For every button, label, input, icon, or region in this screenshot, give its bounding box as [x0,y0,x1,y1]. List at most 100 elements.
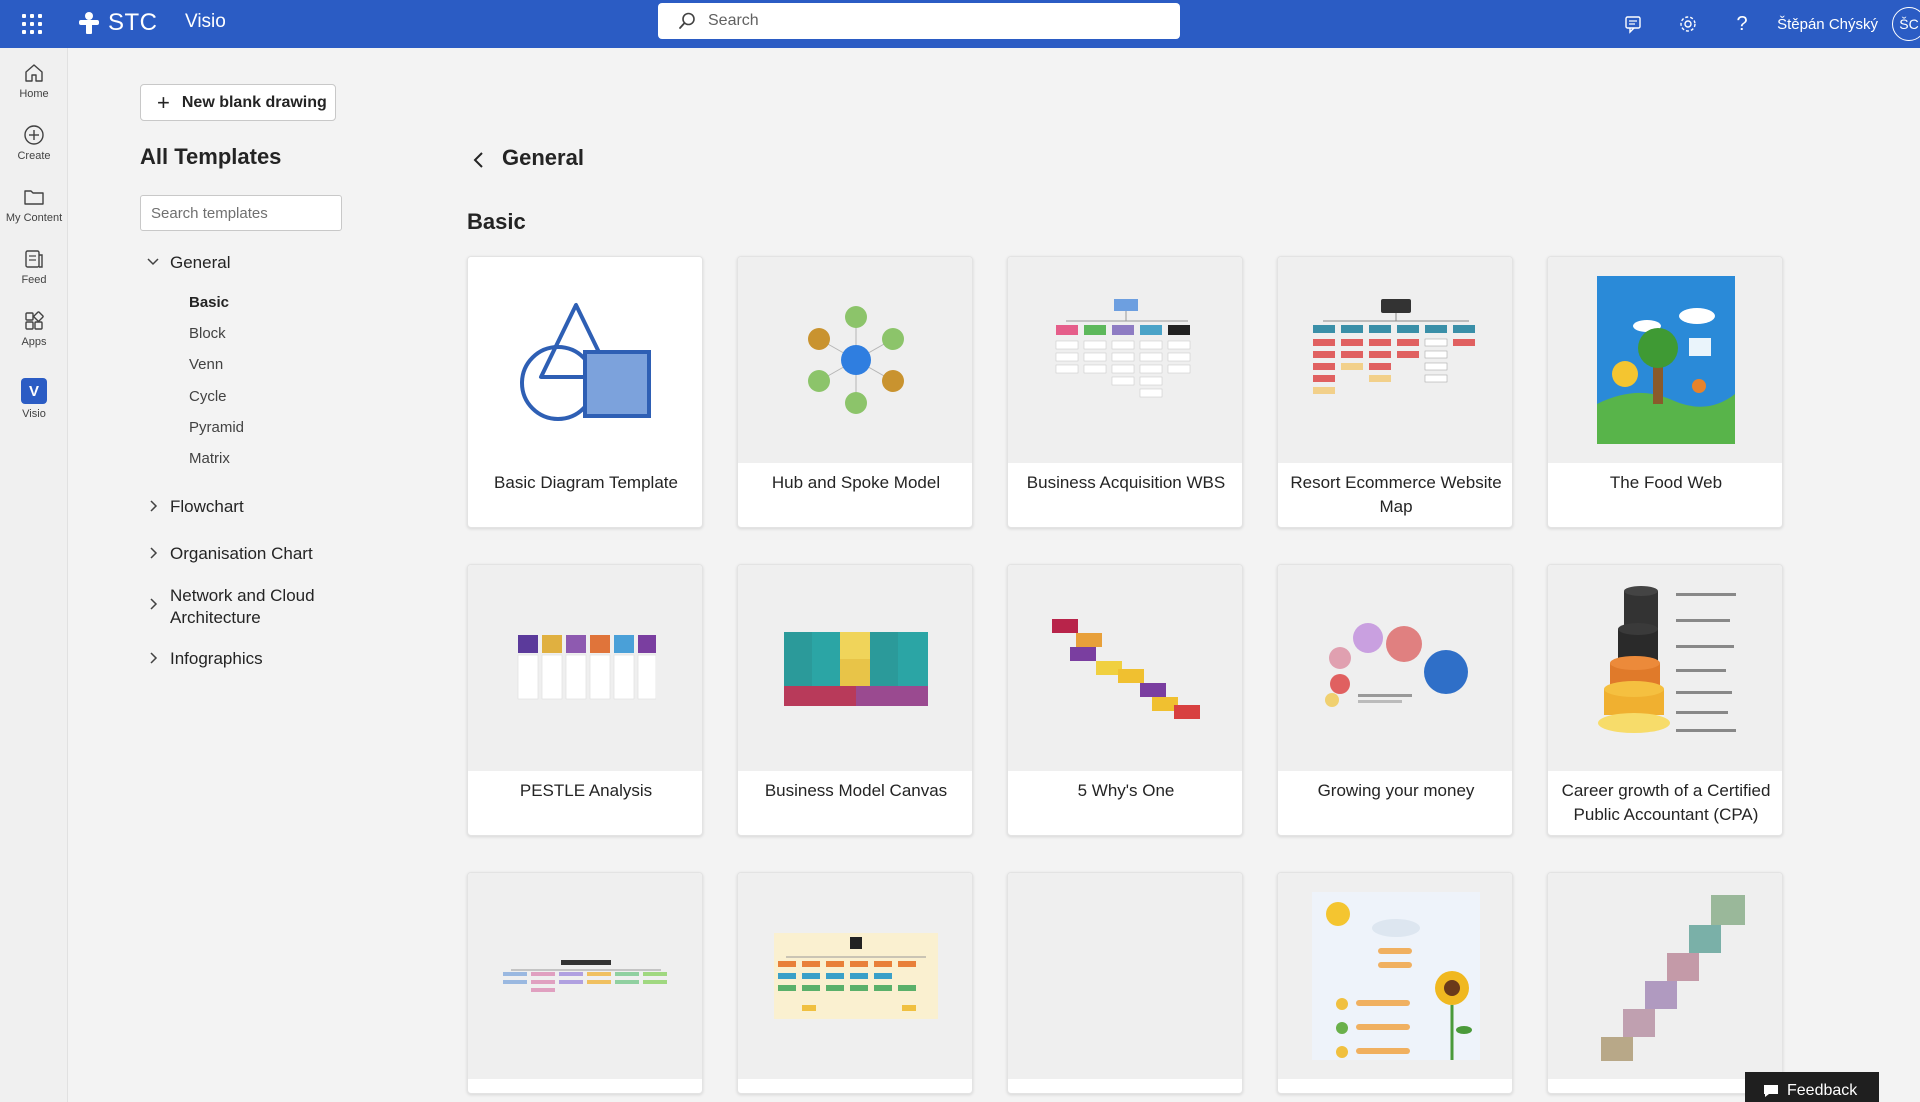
template-title: The Food Web [1609,473,1723,492]
avatar[interactable]: ŠC [1892,7,1920,41]
template-title: Hub and Spoke Model [771,473,941,492]
template-card[interactable]: 5 Why's One [1007,564,1243,836]
template-card[interactable]: The Food Web [1547,256,1783,528]
rail-item-visio[interactable]: V Visio [0,370,68,428]
category-infographics[interactable]: Infographics [140,648,350,670]
global-search-box[interactable]: Search [658,3,1180,39]
global-search-placeholder: Search [708,12,759,29]
question-icon: ? [1736,12,1748,35]
folder-icon [24,190,44,205]
subcategory-matrix[interactable]: Matrix [189,450,230,467]
template-card[interactable]: Resort Ecommerce Website Map [1277,256,1513,528]
template-thumbnail [738,257,972,463]
template-thumbnail [468,257,702,463]
category-flowchart[interactable]: Flowchart [140,496,350,518]
category-organisation-chart[interactable]: Organisation Chart [140,543,350,565]
template-title: Business Acquisition WBS [1026,473,1226,492]
template-title: PESTLE Analysis [519,781,653,800]
template-card[interactable]: Career growth of a Certified Public Acco… [1547,564,1783,836]
rail-item-home[interactable]: Home [0,54,68,112]
app-launcher-icon[interactable] [20,12,42,34]
chevron-right-icon [140,496,170,513]
megaphone-icon [1625,16,1641,34]
org-logo[interactable]: STC [76,9,158,37]
template-card[interactable] [467,872,703,1094]
all-templates-title: All Templates [140,144,282,169]
template-thumbnail [468,873,702,1079]
subcategory-basic[interactable]: Basic [189,294,229,311]
template-card[interactable] [1007,872,1243,1094]
gear-icon [1680,16,1696,32]
page-title: General [502,145,584,170]
template-thumbnail [1278,565,1512,771]
category-flowchart-label: Flowchart [170,497,244,516]
category-general-label: General [170,253,231,272]
template-title: Business Model Canvas [764,781,948,800]
template-thumbnail [1008,565,1242,771]
subcategory-venn[interactable]: Venn [189,356,223,373]
subcategory-pyramid[interactable]: Pyramid [189,419,244,436]
template-title: Basic Diagram Template [494,473,678,492]
template-search-input[interactable] [140,195,342,231]
new-blank-drawing-label: New blank drawing [181,93,327,111]
stc-logo-icon [79,12,99,34]
template-thumbnail [1008,257,1242,463]
new-blank-drawing-button[interactable]: + New blank drawing [140,84,336,121]
section-heading: Basic [467,209,526,234]
template-thumbnail [1548,873,1782,1079]
template-card[interactable] [1277,872,1513,1094]
category-network-cloud-label: Network and Cloud Architecture [170,586,315,627]
plus-circle-icon [24,125,44,145]
visio-icon: V [21,378,52,404]
template-thumbnail [1278,257,1512,463]
category-infographics-label: Infographics [170,649,263,668]
template-title: Resort Ecommerce Website Map [1290,473,1502,516]
template-card[interactable]: PESTLE Analysis [467,564,703,836]
subcategory-cycle[interactable]: Cycle [189,388,227,405]
rail-item-create[interactable]: Create [0,116,68,174]
rail-label-create: Create [17,150,51,162]
rail-label-apps: Apps [21,336,47,348]
chevron-down-icon [140,252,170,269]
template-thumbnail [1548,565,1782,771]
category-network-cloud[interactable]: Network and Cloud Architecture [140,585,350,629]
plus-icon: + [157,89,170,115]
template-card[interactable]: Business Acquisition WBS [1007,256,1243,528]
chevron-right-icon [140,585,170,611]
category-general[interactable]: General [140,252,350,274]
template-title: Growing your money [1317,781,1475,800]
apps-icon [25,311,44,330]
template-card[interactable] [1547,872,1783,1094]
template-card[interactable]: Business Model Canvas [737,564,973,836]
rail-item-my-content[interactable]: My Content [0,178,68,236]
rail-label-my-content: My Content [5,212,63,224]
rail-label-feed: Feed [21,274,47,286]
template-thumbnail [1008,873,1242,1079]
rail-item-feed[interactable]: Feed [0,240,68,298]
home-icon [25,64,43,82]
whats-new-button[interactable] [1607,0,1661,48]
feedback-button[interactable]: Feedback [1745,1072,1879,1102]
app-name[interactable]: Visio [185,11,226,33]
chevron-right-icon [140,543,170,560]
feedback-label: Feedback [1787,1082,1858,1099]
template-thumbnail [1548,257,1782,463]
template-thumbnail [738,873,972,1079]
chat-icon [1764,1085,1778,1097]
template-card[interactable]: Basic Diagram Template [467,256,703,528]
feed-icon [25,250,43,268]
top-bar: STC Visio Search ? Štěpán Chýský ŠC [0,0,1920,48]
rail-item-apps[interactable]: Apps [0,302,68,360]
top-right-controls: ? Štěpán Chýský ŠC [1607,0,1920,48]
template-title: Career growth of a Certified Public Acco… [1561,781,1771,824]
help-button[interactable]: ? [1715,0,1769,48]
template-thumbnail [738,565,972,771]
subcategory-block[interactable]: Block [189,325,226,342]
template-card[interactable]: Hub and Spoke Model [737,256,973,528]
template-card[interactable]: Growing your money [1277,564,1513,836]
template-card[interactable] [737,872,973,1094]
settings-button[interactable] [1661,0,1715,48]
back-button[interactable] [464,145,494,175]
chevron-right-icon [140,648,170,665]
user-name[interactable]: Štěpán Chýský [1777,16,1878,33]
